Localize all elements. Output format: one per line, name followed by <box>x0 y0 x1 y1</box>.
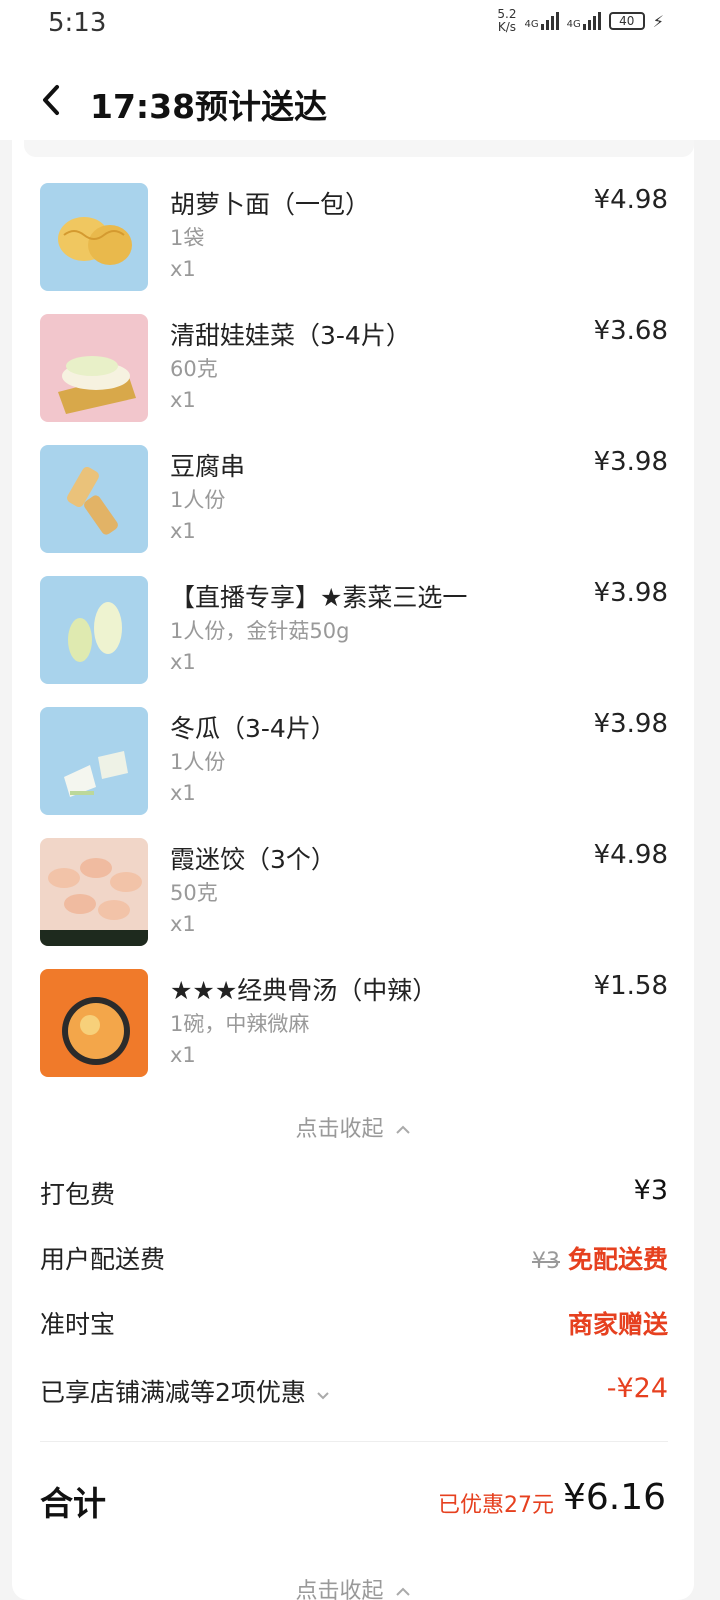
list-item[interactable]: 豆腐串 1人份 x1 ¥3.98 <box>40 445 668 557</box>
delivery-fee-row: 用户配送费 ¥3 免配送费 <box>40 1240 668 1280</box>
delivery-fee-original: ¥3 <box>531 1249 560 1274</box>
battery-icon: 40 <box>608 12 645 30</box>
product-image <box>40 183 148 291</box>
item-price: ¥3.98 <box>593 709 668 739</box>
product-image <box>40 969 148 1077</box>
total-label: 合计 <box>40 1484 106 1523</box>
charging-icon: ⚡ <box>652 11 664 31</box>
product-image <box>40 445 148 553</box>
chevron-up-icon <box>395 1125 410 1134</box>
item-spec: 50克 <box>170 881 218 905</box>
item-name: 霞迷饺（3个） <box>170 845 336 874</box>
item-spec: 1人份 <box>170 750 226 774</box>
item-spec: 1碗，中辣微麻 <box>170 1012 310 1036</box>
list-item[interactable]: 胡萝卜面（一包） 1袋 x1 ¥4.98 <box>40 183 668 295</box>
item-price: ¥4.98 <box>593 185 668 215</box>
item-quantity: x1 <box>170 650 196 674</box>
order-card: 胡萝卜面（一包） 1袋 x1 ¥4.98 清甜娃娃菜（3-4片） 60克 x1 … <box>12 125 694 1600</box>
discount-row[interactable]: 已享店铺满减等2项优惠 -¥24 <box>40 1373 668 1413</box>
packing-fee-row: 打包费 ¥3 <box>40 1175 668 1215</box>
chevron-left-icon <box>43 85 59 115</box>
item-name: 豆腐串 <box>170 452 246 481</box>
item-name: 【直播专享】★素菜三选一 <box>170 583 468 612</box>
item-price: ¥4.98 <box>593 840 668 870</box>
item-price: ¥3.98 <box>593 447 668 477</box>
item-name: ★★★经典骨汤（中辣） <box>170 976 438 1005</box>
ontime-label: 准时宝 <box>40 1310 116 1339</box>
total-value: ¥6.16 <box>562 1477 666 1518</box>
item-price: ¥3.68 <box>593 316 668 346</box>
discount-value: -¥24 <box>606 1373 668 1404</box>
page-header: 17:38预计送达 <box>0 50 720 140</box>
status-time: 5:13 <box>48 8 107 38</box>
collapse-label-bottom: 点击收起 <box>295 1579 384 1600</box>
item-price: ¥1.58 <box>593 971 668 1001</box>
item-price: ¥3.98 <box>593 578 668 608</box>
packing-fee-value: ¥3 <box>633 1175 668 1206</box>
product-image <box>40 314 148 422</box>
collapse-toggle[interactable]: 点击收起 <box>12 1111 694 1143</box>
discount-label-group: 已享店铺满减等2项优惠 <box>40 1373 330 1409</box>
item-spec: 1人份，金针菇50g <box>170 619 350 643</box>
total-saved: 已优惠27元 <box>438 1493 554 1518</box>
list-item[interactable]: 清甜娃娃菜（3-4片） 60克 x1 ¥3.68 <box>40 314 668 426</box>
delivery-fee-value: 免配送费 <box>567 1245 668 1274</box>
item-spec: 60克 <box>170 357 218 381</box>
signal-label-2: 4G <box>566 19 581 30</box>
divider <box>40 1441 668 1442</box>
product-image <box>40 576 148 684</box>
item-name: 胡萝卜面（一包） <box>170 190 371 219</box>
item-quantity: x1 <box>170 781 196 805</box>
status-bar: 5:13 5.2 K/s 4G 4G 40 ⚡ <box>0 0 720 50</box>
item-quantity: x1 <box>170 257 196 281</box>
product-image <box>40 838 148 946</box>
ontime-value: 商家赠送 <box>567 1310 668 1339</box>
list-item[interactable]: 霞迷饺（3个） 50克 x1 ¥4.98 <box>40 838 668 950</box>
discount-label: 已享店铺满减等2项优惠 <box>40 1378 306 1407</box>
ontime-row: 准时宝 商家赠送 <box>40 1305 668 1345</box>
item-quantity: x1 <box>170 1043 196 1067</box>
product-image <box>40 707 148 815</box>
status-icons: 5.2 K/s 4G 4G 40 ⚡ <box>497 8 664 34</box>
list-item[interactable]: ★★★经典骨汤（中辣） 1碗，中辣微麻 x1 ¥1.58 <box>40 969 668 1081</box>
list-item[interactable]: 【直播专享】★素菜三选一 1人份，金针菇50g x1 ¥3.98 <box>40 576 668 688</box>
delivery-fee-value-group: ¥3 免配送费 <box>532 1240 668 1276</box>
delivery-fee-label: 用户配送费 <box>40 1245 166 1274</box>
signal-label-1: 4G <box>524 19 539 30</box>
collapse-label: 点击收起 <box>295 1117 384 1142</box>
item-name: 冬瓜（3-4片） <box>170 714 336 743</box>
page-title: 17:38预计送达 <box>90 87 328 126</box>
signal-icon: 4G <box>525 12 559 30</box>
item-quantity: x1 <box>170 519 196 543</box>
battery-level: 40 <box>619 14 635 28</box>
item-spec: 1袋 <box>170 226 205 250</box>
item-quantity: x1 <box>170 388 196 412</box>
chevron-up-icon <box>395 1587 410 1596</box>
item-name: 清甜娃娃菜（3-4片） <box>170 321 411 350</box>
network-speed-unit: K/s <box>497 20 517 34</box>
signal-icon-2: 4G <box>567 12 601 30</box>
network-speed: 5.2 K/s <box>497 8 516 34</box>
item-spec: 1人份 <box>170 488 226 512</box>
packing-fee-label: 打包费 <box>40 1180 116 1209</box>
item-quantity: x1 <box>170 912 196 936</box>
back-button[interactable] <box>40 84 60 115</box>
collapse-toggle-bottom[interactable]: 点击收起 <box>12 1573 694 1600</box>
chevron-down-icon <box>317 1392 329 1400</box>
list-item[interactable]: 冬瓜（3-4片） 1人份 x1 ¥3.98 <box>40 707 668 819</box>
